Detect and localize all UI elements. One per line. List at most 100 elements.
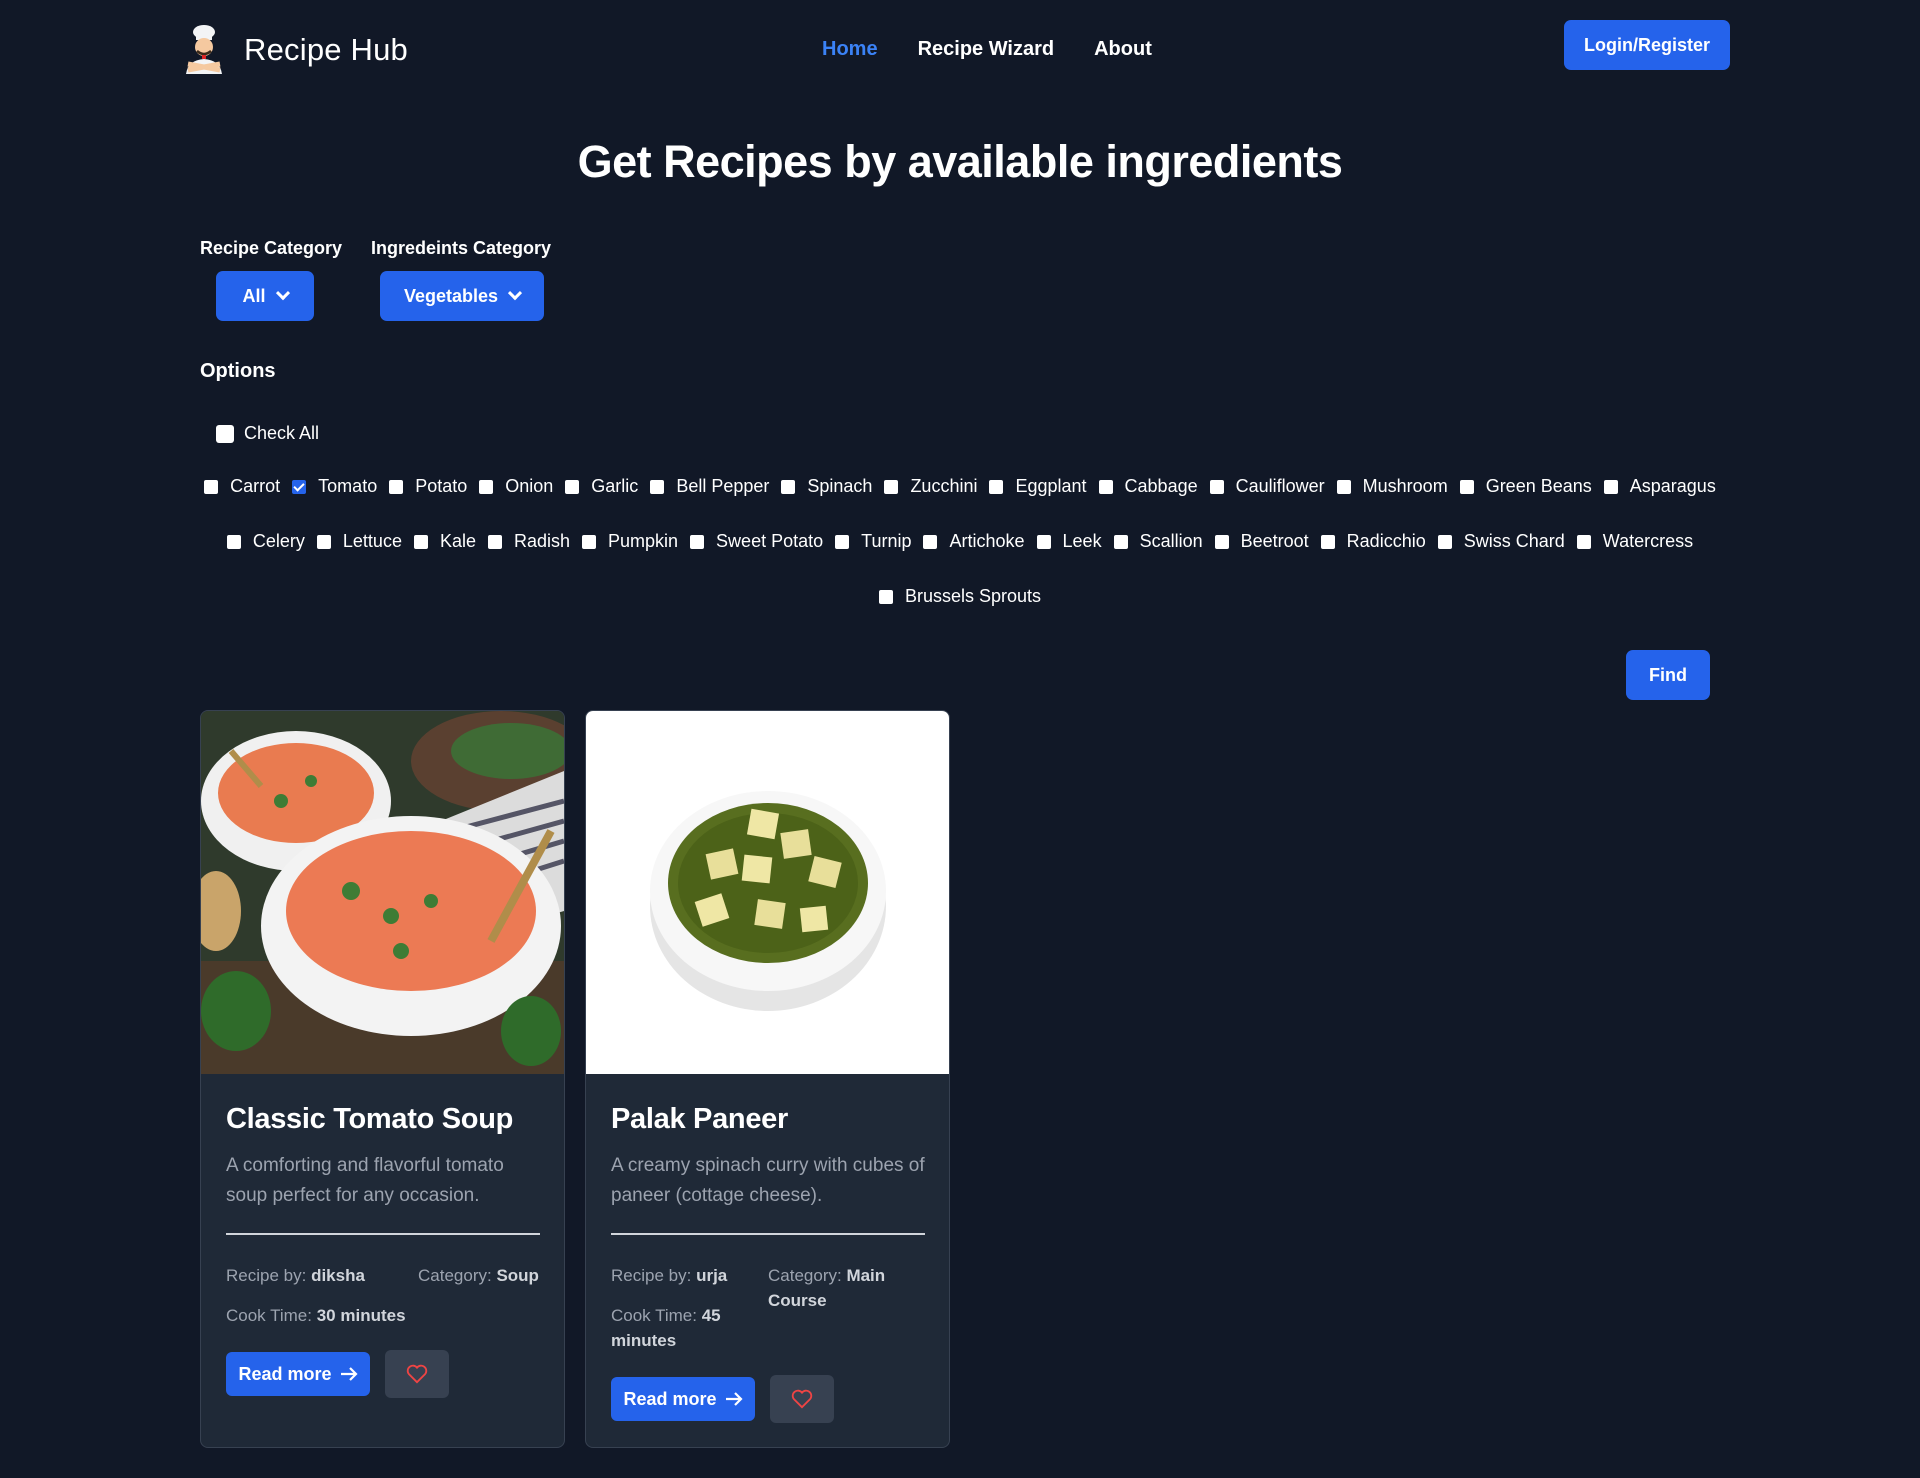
ingredient-option[interactable]: Brussels Sprouts: [878, 586, 1041, 607]
nav-link-home[interactable]: Home: [822, 38, 878, 61]
ingredient-option[interactable]: Leek: [1036, 531, 1102, 552]
login-register-button[interactable]: Login/Register: [1564, 20, 1730, 70]
ingredient-option[interactable]: Celery: [226, 531, 305, 552]
ingredient-option[interactable]: Cauliflower: [1209, 476, 1325, 497]
read-more-button[interactable]: Read more: [226, 1352, 370, 1396]
ingredient-checkbox[interactable]: [479, 479, 494, 494]
ingredient-option[interactable]: Radicchio: [1320, 531, 1426, 552]
recipe-cook-time: Cook Time: 30 minutes: [226, 1303, 406, 1328]
ingredient-checkbox[interactable]: [292, 479, 307, 494]
ingredient-label: Eggplant: [1015, 476, 1087, 496]
ingredient-checkbox[interactable]: [835, 534, 850, 549]
nav-link-about[interactable]: About: [1094, 38, 1152, 61]
ingredient-option[interactable]: Swiss Chard: [1437, 531, 1565, 552]
ingredient-option[interactable]: Onion: [479, 476, 553, 497]
ingredient-option[interactable]: Watercress: [1576, 531, 1694, 552]
ingredient-option[interactable]: Asparagus: [1603, 476, 1716, 497]
ingredient-checkbox[interactable]: [884, 479, 899, 494]
ingredient-option[interactable]: Carrot: [204, 476, 280, 497]
recipe-cook-time: Cook Time: 45 minutes: [611, 1303, 741, 1353]
options-title: Options: [200, 360, 276, 382]
ingredient-option[interactable]: Garlic: [565, 476, 638, 497]
ingredient-checkbox[interactable]: [1209, 479, 1224, 494]
ingredients-category-dropdown[interactable]: Vegetables: [380, 271, 544, 321]
ingredient-option[interactable]: Green Beans: [1459, 476, 1592, 497]
ingredient-checkbox[interactable]: [565, 479, 580, 494]
ingredient-checkbox[interactable]: [1576, 534, 1591, 549]
ingredient-option[interactable]: Scallion: [1113, 531, 1203, 552]
category-value: Soup: [496, 1266, 539, 1285]
ingredient-option[interactable]: Mushroom: [1336, 476, 1448, 497]
ingredient-checkbox[interactable]: [1603, 479, 1618, 494]
ingredient-label: Sweet Potato: [716, 531, 824, 551]
brand-name: Recipe Hub: [244, 32, 408, 67]
recipe-category-dropdown[interactable]: All: [216, 271, 314, 321]
ingredient-checkbox[interactable]: [413, 534, 428, 549]
ingredient-checkbox[interactable]: [650, 479, 665, 494]
ingredient-label: Lettuce: [342, 531, 402, 551]
divider: [611, 1233, 925, 1235]
ingredient-checkbox[interactable]: [781, 479, 796, 494]
ingredient-checkbox[interactable]: [1098, 479, 1113, 494]
ingredient-checkbox[interactable]: [1459, 479, 1474, 494]
ingredient-label: Watercress: [1602, 531, 1694, 551]
ingredient-checkbox[interactable]: [923, 534, 938, 549]
ingredient-option[interactable]: Tomato: [292, 476, 377, 497]
ingredient-option[interactable]: Sweet Potato: [690, 531, 823, 552]
nav-link-recipe-wizard[interactable]: Recipe Wizard: [918, 38, 1055, 61]
ingredient-option[interactable]: Beetroot: [1214, 531, 1309, 552]
ingredient-checkbox[interactable]: [1036, 534, 1051, 549]
recipe-title: Palak Paneer: [611, 1103, 788, 1135]
ingredient-row-3: Brussels Sprouts: [0, 586, 1920, 607]
ingredient-label: Radish: [513, 531, 571, 551]
check-all-checkbox[interactable]: [216, 424, 234, 443]
ingredient-label: Leek: [1062, 531, 1102, 551]
ingredient-label: Mushroom: [1362, 476, 1448, 496]
heart-icon: [791, 1389, 813, 1409]
ingredient-checkbox[interactable]: [582, 534, 597, 549]
ingredient-checkbox[interactable]: [1113, 534, 1128, 549]
recipe-title: Classic Tomato Soup: [226, 1103, 514, 1135]
favorite-button[interactable]: [385, 1350, 449, 1398]
cook-time-value: 30 minutes: [316, 1306, 406, 1325]
ingredient-checkbox[interactable]: [1336, 479, 1351, 494]
check-all-label: Check All: [244, 423, 320, 443]
find-button[interactable]: Find: [1626, 650, 1710, 700]
read-more-button[interactable]: Read more: [611, 1377, 755, 1421]
ingredient-checkbox[interactable]: [487, 534, 502, 549]
ingredient-label: Swiss Chard: [1463, 531, 1565, 551]
ingredient-option[interactable]: Cabbage: [1098, 476, 1198, 497]
ingredient-option[interactable]: Spinach: [781, 476, 872, 497]
ingredient-checkbox[interactable]: [316, 534, 331, 549]
ingredient-checkbox[interactable]: [1437, 534, 1452, 549]
recipe-category: Category: Main Course: [768, 1263, 908, 1313]
ingredient-option[interactable]: Bell Pepper: [650, 476, 769, 497]
ingredient-option[interactable]: Turnip: [835, 531, 911, 552]
ingredient-option[interactable]: Zucchini: [884, 476, 977, 497]
recipe-card: Classic Tomato Soup A comforting and fla…: [200, 710, 565, 1448]
ingredient-option[interactable]: Kale: [413, 531, 476, 552]
cook-time-label: Cook Time:: [226, 1306, 312, 1325]
ingredient-row-2: Celery Lettuce Kale Radish Pumpkin Sweet Pota…: [0, 531, 1920, 552]
page-title: Get Recipes by available ingredients: [577, 136, 1343, 187]
ingredient-option[interactable]: Pumpkin: [582, 531, 678, 552]
ingredient-label: Onion: [505, 476, 554, 496]
ingredient-checkbox[interactable]: [226, 534, 241, 549]
ingredient-option[interactable]: Lettuce: [316, 531, 402, 552]
favorite-button[interactable]: [770, 1375, 834, 1423]
ingredient-checkbox[interactable]: [389, 479, 404, 494]
brand[interactable]: Recipe Hub: [180, 24, 408, 76]
ingredient-checkbox[interactable]: [204, 479, 219, 494]
ingredient-label: Pumpkin: [608, 531, 679, 551]
ingredient-option[interactable]: Artichoke: [923, 531, 1025, 552]
ingredient-checkbox[interactable]: [1320, 534, 1335, 549]
ingredient-option[interactable]: Eggplant: [989, 476, 1087, 497]
ingredient-option[interactable]: Radish: [487, 531, 571, 552]
ingredient-checkbox[interactable]: [690, 534, 705, 549]
check-all-option[interactable]: Check All: [216, 423, 319, 444]
ingredient-checkbox[interactable]: [989, 479, 1004, 494]
ingredient-checkbox[interactable]: [1214, 534, 1229, 549]
ingredient-checkbox[interactable]: [878, 589, 893, 604]
recipe-author: Recipe by: diksha: [226, 1263, 365, 1288]
ingredient-option[interactable]: Potato: [389, 476, 467, 497]
